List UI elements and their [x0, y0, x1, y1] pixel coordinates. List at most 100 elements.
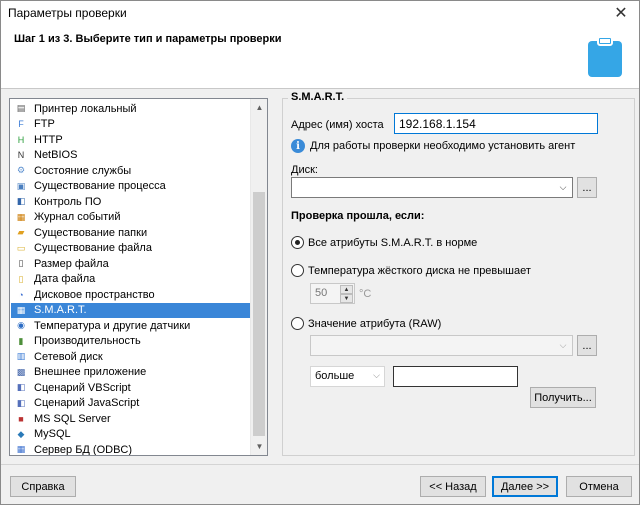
compare-select-value: больше — [315, 370, 355, 382]
radio-raw-value-circle[interactable] — [291, 317, 304, 330]
host-input[interactable] — [395, 114, 597, 133]
list-item[interactable]: ▤ Принтер локальный — [11, 101, 250, 117]
netdrive-icon: ▥ — [16, 351, 26, 362]
ftp-icon: F — [18, 119, 24, 130]
printer-icon: ▤ — [16, 103, 26, 114]
title-bar: Параметры проверки ✕ — [1, 1, 639, 25]
software-icon: ◧ — [16, 196, 26, 207]
list-item[interactable]: ⚙ Состояние службы — [11, 163, 250, 179]
condition-title: Проверка прошла, если: — [291, 210, 425, 222]
raw-value-input[interactable] — [394, 367, 517, 386]
javascript-icon: ◧ — [16, 397, 26, 408]
temperature-unit: °C — [359, 288, 372, 300]
radio-temperature[interactable]: Температура жёсткого диска не превышает — [291, 264, 531, 277]
list-item[interactable]: ▯ Размер файла — [11, 256, 250, 272]
fetch-button[interactable]: Получить... — [530, 387, 596, 408]
radio-all-ok-circle[interactable] — [291, 236, 304, 249]
back-button[interactable]: << Назад — [420, 476, 486, 497]
file-icon: ▭ — [16, 242, 26, 253]
list-item-label: MySQL — [34, 428, 71, 441]
list-item[interactable]: ▥ Сетевой диск — [11, 349, 250, 365]
check-type-list[interactable]: ▤ Принтер локальный F FTP H HTTP N NetBIOS ⚙ Сост… — [9, 98, 268, 456]
list-item[interactable]: ▮ Производительность — [11, 334, 250, 350]
list-item-label: Дата файла — [34, 273, 96, 286]
list-item-label: Сетевой диск — [34, 350, 103, 363]
eventlog-icon: ▦ — [16, 211, 26, 222]
disk-label: Диск: — [291, 164, 318, 176]
list-item[interactable]: ▦ Сервер БД (ODBC) — [11, 442, 250, 456]
list-item[interactable]: ◧ Сценарий JavaScript — [11, 396, 250, 412]
list-item-label: NetBIOS — [34, 149, 78, 162]
list-item[interactable]: ◆ MySQL — [11, 427, 250, 443]
list-item-label: Существование папки — [34, 226, 148, 239]
temperature-spinner[interactable]: 50 ▲ ▼ — [310, 283, 355, 304]
radio-all-ok[interactable]: Все атрибуты S.M.A.R.T. в норме — [291, 236, 477, 249]
radio-temperature-circle[interactable] — [291, 264, 304, 277]
attribute-select[interactable]: ⌵ — [310, 335, 573, 356]
window-title: Параметры проверки — [8, 6, 127, 20]
host-label: Адрес (имя) хоста — [291, 119, 384, 131]
chevron-down-icon: ⌵ — [559, 339, 567, 350]
radio-all-ok-label: Все атрибуты S.M.A.R.T. в норме — [308, 236, 478, 249]
list-item-label: S.M.A.R.T. — [34, 304, 87, 317]
disk-select[interactable]: ⌵ — [291, 177, 573, 198]
spin-down-icon[interactable]: ▼ — [340, 294, 353, 303]
list-item-label: Состояние службы — [34, 164, 132, 177]
list-item[interactable]: ◧ Сценарий VBScript — [11, 380, 250, 396]
list-item[interactable]: F FTP — [11, 117, 250, 133]
temperature-value: 50 — [315, 287, 328, 299]
list-item-label: Сценарий VBScript — [34, 381, 131, 394]
list-item[interactable]: ▰ Существование папки — [11, 225, 250, 241]
list-item-label: Существование процесса — [34, 180, 166, 193]
radio-raw-value-label: Значение атрибута (RAW) — [308, 317, 442, 330]
list-item-label: FTP — [34, 118, 55, 131]
raw-value-input-box[interactable] — [393, 366, 518, 387]
wizard-header: Шаг 1 из 3. Выберите тип и параметры про… — [1, 25, 639, 89]
list-item[interactable]: ◧ Контроль ПО — [11, 194, 250, 210]
service-icon: ⚙ — [16, 165, 26, 176]
clipboard-icon — [588, 36, 622, 77]
list-item-label: Сервер БД (ODBC) — [34, 443, 133, 456]
scroll-down-icon[interactable]: ▼ — [251, 438, 267, 455]
disk-browse-button[interactable]: ... — [577, 177, 597, 198]
list-scrollbar[interactable]: ▲ ▼ — [250, 99, 267, 455]
list-item[interactable]: ▩ Внешнее приложение — [11, 365, 250, 381]
spin-up-icon[interactable]: ▲ — [340, 285, 353, 294]
filesize-icon: ▯ — [18, 258, 24, 269]
cancel-button[interactable]: Отмена — [566, 476, 632, 497]
list-item[interactable]: ▣ Существование процесса — [11, 179, 250, 195]
performance-icon: ▮ — [18, 335, 24, 346]
radio-raw-value[interactable]: Значение атрибута (RAW) — [291, 317, 441, 330]
mssql-icon: ■ — [18, 413, 24, 424]
scroll-up-icon[interactable]: ▲ — [251, 99, 267, 116]
list-item[interactable]: ■ MS SQL Server — [11, 411, 250, 427]
list-item-label: Существование файла — [34, 242, 152, 255]
list-item[interactable]: ▭ Существование файла — [11, 241, 250, 257]
chevron-down-icon: ⌵ — [373, 370, 380, 380]
step-title: Шаг 1 из 3. Выберите тип и параметры про… — [14, 33, 282, 45]
list-item-label: Размер файла — [34, 257, 109, 270]
help-button[interactable]: Справка — [10, 476, 76, 497]
list-item-label: HTTP — [34, 133, 63, 146]
chevron-down-icon: ⌵ — [559, 181, 567, 192]
list-item-label: Дисковое пространство — [34, 288, 155, 301]
panel-title: S.M.A.R.T. — [288, 91, 348, 103]
list-item[interactable]: H HTTP — [11, 132, 250, 148]
scroll-thumb[interactable] — [253, 192, 265, 436]
http-icon: H — [17, 134, 25, 145]
host-input-box[interactable] — [394, 113, 598, 134]
list-item[interactable]: ▦ S.M.A.R.T. — [11, 302, 250, 318]
attribute-browse-button[interactable]: ... — [577, 335, 597, 356]
next-button[interactable]: Далее >> — [492, 476, 558, 497]
list-item[interactable]: ◔ Дисковое пространство — [11, 287, 250, 303]
odbc-icon: ▦ — [16, 444, 26, 455]
list-item[interactable]: ▦ Журнал событий — [11, 210, 250, 226]
footer-divider — [1, 464, 639, 465]
close-icon[interactable]: ✕ — [607, 2, 635, 24]
app-icon: ▩ — [16, 366, 26, 377]
list-item[interactable]: N NetBIOS — [11, 148, 250, 164]
list-item[interactable]: ◉ Температура и другие датчики — [11, 318, 250, 334]
list-item[interactable]: ▯ Дата файла — [11, 272, 250, 288]
netbios-icon: N — [17, 150, 25, 161]
compare-select[interactable]: больше ⌵ — [310, 366, 385, 387]
